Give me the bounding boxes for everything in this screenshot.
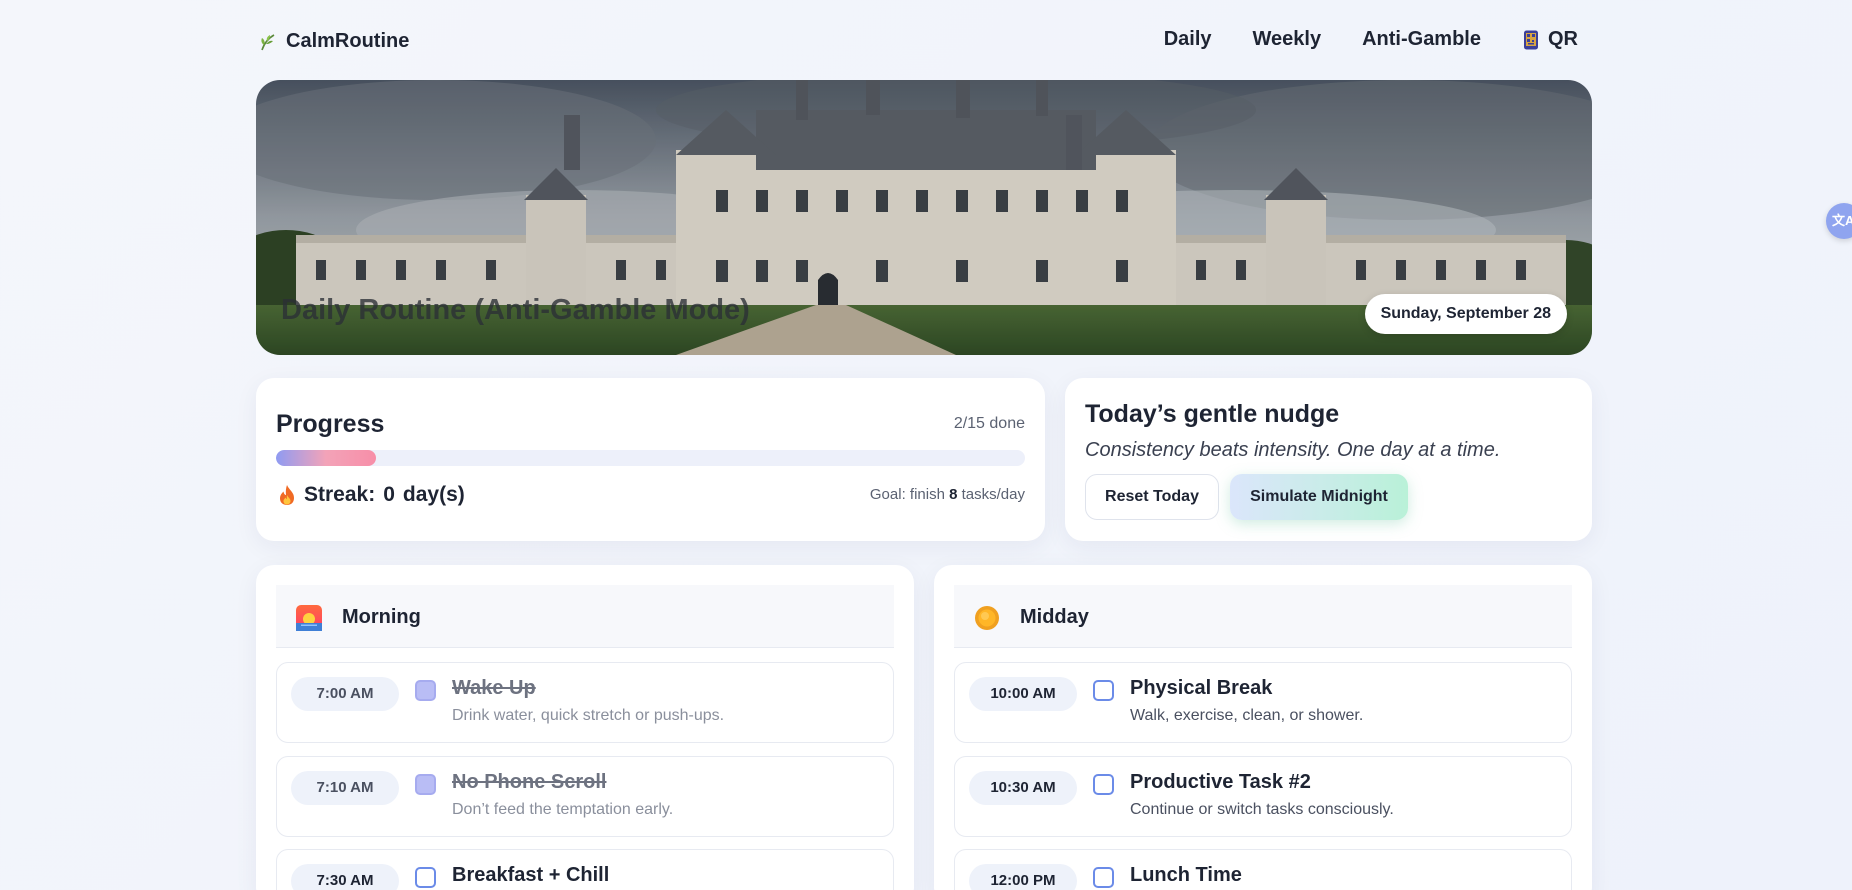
- progress-card: Progress 2/15 done Streak: 0 day(s) Goal…: [256, 378, 1045, 541]
- midday-header: Midday: [954, 585, 1572, 648]
- task-item: 10:00 AM Physical Break Walk, exercise, …: [954, 662, 1572, 743]
- task-name: Productive Task #2: [1130, 771, 1311, 793]
- brand-name: CalmRoutine: [286, 30, 410, 52]
- goal-prefix: Goal: finish: [869, 486, 945, 503]
- nudge-title: Today’s gentle nudge: [1085, 400, 1340, 428]
- task-name: No Phone Scroll: [452, 771, 607, 793]
- task-description: Continue or switch tasks consciously.: [1130, 801, 1394, 818]
- sun-icon: [975, 606, 999, 630]
- daily-goal: Goal: finish 8 tasks/day: [870, 486, 1025, 503]
- hero-banner: Daily Routine (Anti-Gamble Mode) Sunday,…: [256, 80, 1592, 355]
- task-checkbox[interactable]: [415, 680, 436, 701]
- translate-icon[interactable]: 文A: [1826, 203, 1852, 239]
- leaf-icon: [261, 33, 275, 50]
- task-description: Drink water, quick stretch or push-ups.: [452, 707, 725, 724]
- task-description: Don’t feed the temptation early.: [452, 801, 674, 818]
- task-item: 12:00 PM Lunch Time: [954, 849, 1572, 890]
- task-checkbox[interactable]: [415, 774, 436, 795]
- streak: Streak: 0 day(s): [278, 483, 465, 507]
- nav-qr[interactable]: QR: [1522, 28, 1578, 51]
- date-pill: Sunday, September 28: [1364, 294, 1567, 334]
- midday-section: Midday 10:00 AM Physical Break Walk, exe…: [934, 565, 1592, 890]
- task-name: Wake Up: [452, 677, 536, 699]
- task-item: 7:00 AM Wake Up Drink water, quick stret…: [276, 662, 894, 743]
- task-time: 7:00 AM: [291, 677, 399, 711]
- nudge-card: Today’s gentle nudge Consistency beats i…: [1065, 378, 1592, 541]
- top-bar: CalmRoutine Daily Weekly Anti-Gamble QR: [256, 22, 1592, 62]
- task-description: Walk, exercise, clean, or shower.: [1130, 707, 1364, 724]
- task-time: 7:10 AM: [291, 771, 399, 805]
- task-time: 7:30 AM: [291, 864, 399, 890]
- task-item: 7:30 AM Breakfast + Chill: [276, 849, 894, 890]
- streak-unit: day(s): [402, 483, 465, 506]
- streak-value: 0: [383, 483, 395, 506]
- task-item: 10:30 AM Productive Task #2 Continue or …: [954, 756, 1572, 837]
- task-time: 10:30 AM: [969, 771, 1077, 805]
- task-time: 10:00 AM: [969, 677, 1077, 711]
- goal-suffix: tasks/day: [961, 486, 1025, 503]
- progress-title: Progress: [276, 410, 385, 438]
- morning-header: Morning: [276, 585, 894, 648]
- nudge-quote: Consistency beats intensity. One day at …: [1085, 439, 1501, 461]
- fire-icon: [280, 485, 294, 505]
- goal-value: 8: [949, 486, 958, 503]
- task-name: Lunch Time: [1130, 864, 1242, 886]
- nav-anti-gamble[interactable]: Anti-Gamble: [1362, 28, 1481, 51]
- hero-title: Daily Routine (Anti-Gamble Mode): [281, 294, 750, 326]
- nav-weekly[interactable]: Weekly: [1253, 28, 1322, 51]
- simulate-midnight-button[interactable]: Simulate Midnight: [1230, 474, 1408, 520]
- qr-phone-icon: [1524, 30, 1538, 49]
- progress-bar: [276, 450, 1025, 466]
- midday-title: Midday: [1020, 606, 1089, 628]
- task-checkbox[interactable]: [415, 867, 436, 888]
- streak-label: Streak:: [304, 483, 376, 506]
- task-time: 12:00 PM: [969, 864, 1077, 890]
- task-name: Physical Break: [1130, 677, 1273, 699]
- nav-qr-label: QR: [1548, 28, 1578, 50]
- task-checkbox[interactable]: [1093, 867, 1114, 888]
- task-checkbox[interactable]: [1093, 680, 1114, 701]
- reset-today-button[interactable]: Reset Today: [1085, 474, 1219, 520]
- progress-count: 2/15 done: [953, 415, 1025, 432]
- brand[interactable]: CalmRoutine: [258, 30, 409, 53]
- morning-section: Morning 7:00 AM Wake Up Drink water, qui…: [256, 565, 914, 890]
- task-checkbox[interactable]: [1093, 774, 1114, 795]
- nav-daily[interactable]: Daily: [1164, 28, 1212, 51]
- task-name: Breakfast + Chill: [452, 864, 610, 886]
- task-item: 7:10 AM No Phone Scroll Don’t feed the t…: [276, 756, 894, 837]
- sunrise-icon: [296, 605, 322, 631]
- morning-title: Morning: [342, 606, 421, 628]
- main-nav: Daily Weekly Anti-Gamble QR: [1164, 28, 1578, 51]
- progress-bar-fill: [276, 450, 376, 466]
